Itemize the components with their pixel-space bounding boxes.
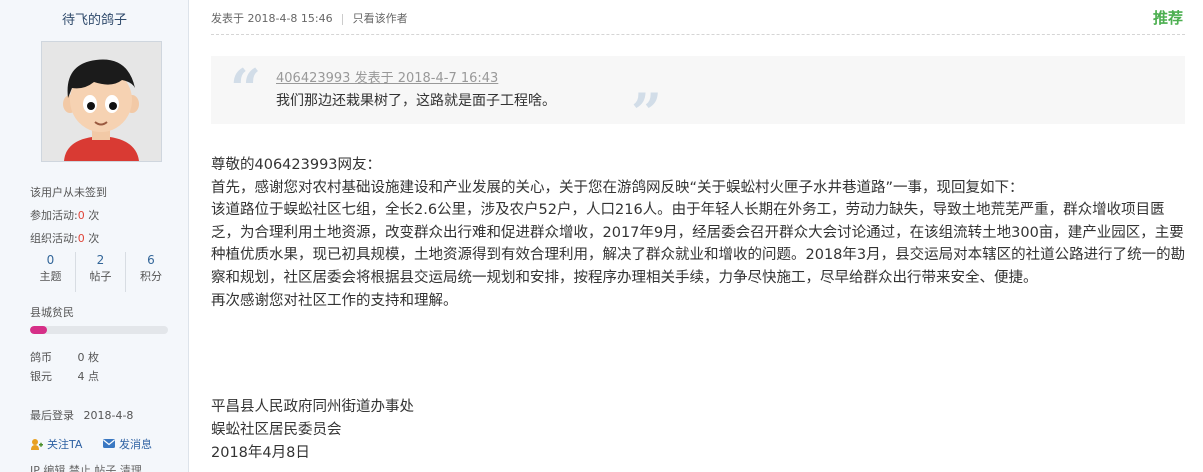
currency-row-coins: 鸽币 0 枚: [30, 349, 99, 365]
post-content: 尊敬的406423993网友： 首先，感谢您对农村基础设施建设和产业发展的关心，…: [211, 154, 1191, 312]
stat-posts[interactable]: 2 帖子: [76, 252, 126, 292]
sign-in-status: 该用户从未签到: [30, 186, 107, 199]
last-login-value: 2018-4-8: [83, 409, 134, 422]
stat-points[interactable]: 6 积分: [126, 252, 176, 292]
join-activity-count: 0: [77, 209, 85, 222]
last-login-row: 最后登录 2018-4-8: [30, 407, 133, 423]
stat-threads-label: 主题: [39, 270, 62, 283]
close-quote-icon: ”: [631, 81, 663, 145]
post-meta: 发表于 2018-4-8 15:46 只看该作者: [211, 10, 408, 26]
user-rank: 县城贫民: [30, 306, 74, 319]
signature-date: 2018年4月8日: [211, 445, 310, 461]
meta-separator: [211, 34, 1185, 35]
stat-points-label: 积分: [140, 270, 162, 283]
author-stats: 0 主题 2 帖子 6 积分: [26, 252, 176, 292]
post-timestamp: 发表于 2018-4-8 15:46: [211, 12, 333, 25]
signature-org: 平昌县人民政府同州街道办事处: [211, 399, 414, 415]
last-login-label: 最后登录: [30, 409, 74, 422]
currency-silver-value: 4 点: [77, 370, 100, 383]
admin-links[interactable]: IP 编辑 禁止 帖子 清理: [30, 462, 142, 472]
follow-button[interactable]: 关注TA: [30, 436, 82, 452]
stat-points-value: 6: [147, 253, 155, 267]
currency-row-silver: 银元 4 点: [30, 368, 99, 384]
open-quote-icon: “: [230, 57, 262, 121]
currency-coins-value: 0 枚: [77, 351, 100, 364]
forum-post-page: 待飞的鸽子 该用户从未签到 参加活动:0 次 组织活动:0 次 0 主题 2 帖…: [0, 0, 1203, 472]
author-profile-panel: 待飞的鸽子 该用户从未签到 参加活动:0 次 组织活动:0 次 0 主题 2 帖…: [0, 0, 189, 472]
rank-progress-fill: [30, 326, 47, 334]
join-activity-row: 参加活动:0 次: [30, 207, 99, 223]
quote-source-link[interactable]: 406423993 发表于 2018-4-7 16:43: [276, 67, 498, 86]
post-paragraph: 该道路位于蜈蚣社区七组，全长2.6公里，涉及农户52户，人口216人。由于年轻人…: [211, 202, 1186, 286]
author-avatar[interactable]: [41, 41, 162, 162]
post-greeting: 尊敬的406423993网友：: [211, 157, 382, 173]
join-activity-label: 参加活动:: [30, 209, 78, 222]
post-paragraph: 首先，感谢您对农村基础设施建设和产业发展的关心，关于您在游鸽网反映“关于蜈蚣村火…: [211, 179, 1024, 196]
message-label: 发消息: [119, 438, 152, 451]
currency-coins-label: 鸽币: [30, 351, 52, 364]
post-signature: 平昌县人民政府同州街道办事处 蜈蚣社区居民委员会 2018年4月8日: [211, 396, 414, 465]
org-activity-count: 0: [77, 232, 85, 245]
org-activity-row: 组织活动:0 次: [30, 230, 99, 246]
stat-threads[interactable]: 0 主题: [26, 252, 76, 292]
follow-icon: [30, 437, 44, 451]
stat-posts-label: 帖子: [89, 270, 112, 283]
only-author-link[interactable]: 只看该作者: [353, 12, 408, 25]
currency-silver-label: 银元: [30, 370, 52, 383]
signature-committee: 蜈蚣社区居民委员会: [211, 422, 342, 438]
org-activity-unit: 次: [88, 232, 100, 245]
org-activity-label: 组织活动:: [30, 232, 78, 245]
message-icon: [102, 437, 116, 451]
cartoon-boy-avatar-icon: [42, 42, 161, 161]
join-activity-unit: 次: [88, 209, 100, 222]
stat-threads-value: 0: [46, 253, 55, 267]
post-paragraph: 再次感谢您对社区工作的支持和理解。: [211, 292, 458, 309]
recommend-button[interactable]: 推荐: [1153, 7, 1183, 28]
stat-posts-value: 2: [96, 253, 105, 267]
quote-block: “ 406423993 发表于 2018-4-7 16:43 我们那边还栽果树了…: [211, 56, 1185, 140]
send-message-button[interactable]: 发消息: [102, 436, 152, 452]
rank-progress-bar: [30, 326, 168, 334]
author-username[interactable]: 待飞的鸽子: [0, 9, 189, 28]
quote-text: 我们那边还栽果树了，这路就是面子工程啥。: [276, 93, 556, 109]
follow-label: 关注TA: [47, 438, 83, 451]
meta-divider: [342, 13, 344, 25]
